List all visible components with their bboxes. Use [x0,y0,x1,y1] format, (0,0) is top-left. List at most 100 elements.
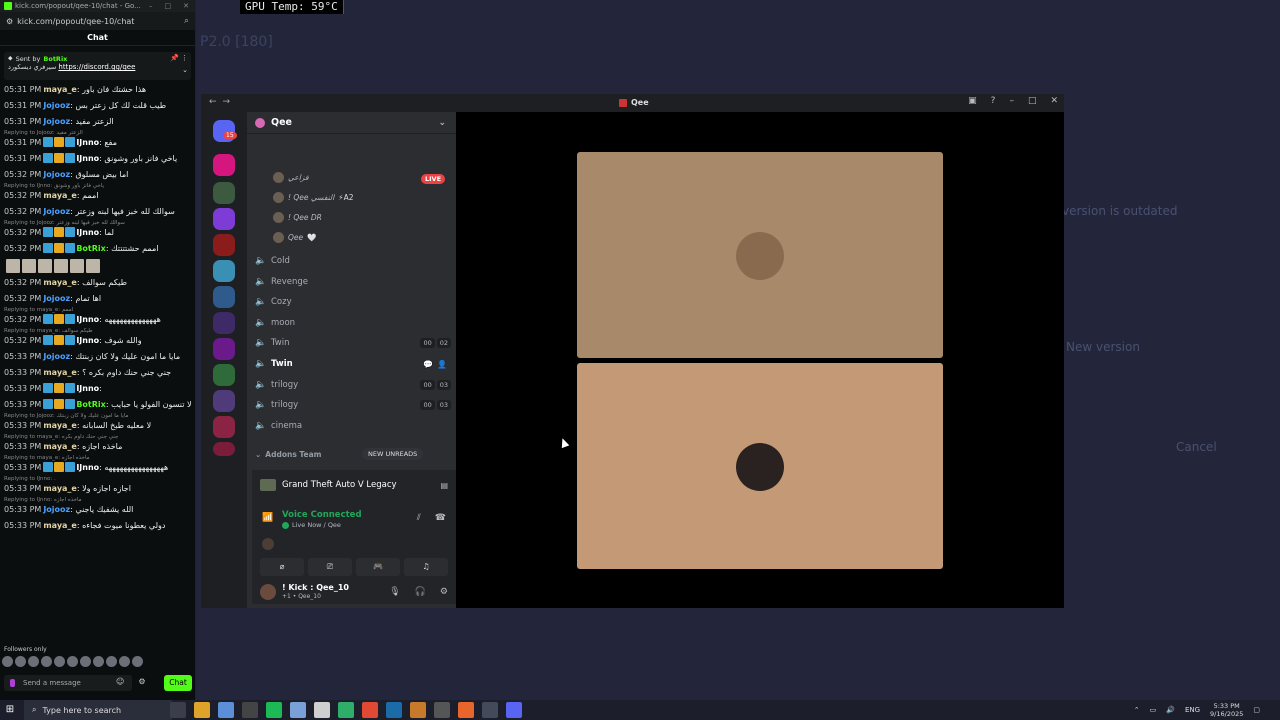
reply-context[interactable]: Replying to maya_e: ماخذه اجازه [4,455,191,462]
network-icon[interactable]: ▭ [1150,706,1157,714]
minimize-icon[interactable]: – [149,2,153,10]
close-icon[interactable]: ✕ [1050,96,1058,106]
chevron-down-icon[interactable]: ⌄ [438,118,446,128]
voice-channel[interactable]: 🔈 Twin 00 02 [255,334,451,352]
server-icon[interactable] [213,286,235,308]
message-username[interactable]: maya_e [43,484,77,493]
chevron-up-icon[interactable]: ⌃ [1134,706,1140,714]
server-header[interactable]: Qee ⌄ [247,112,456,134]
server-icon[interactable] [213,312,235,334]
emote-bar[interactable] [2,656,143,667]
emote-icon[interactable] [28,656,39,667]
disconnect-icon[interactable]: ☎ [435,513,446,523]
reply-context[interactable]: Replying to IJnno: . [4,476,191,483]
voice-channel[interactable]: 🔈 trilogy 00 03 [255,396,451,414]
server-icon[interactable] [213,416,235,438]
chat-message[interactable]: 05:31 PM maya_e: هذا حشتك فان باور [4,84,191,95]
voice-channel[interactable]: 🔈 Twin 💬👤 [255,355,451,373]
search-icon[interactable]: ⌕ [184,16,189,26]
chat-message[interactable]: 05:33 PM maya_e: دولي يعطونا ميوت فجاءه [4,520,191,531]
voice-channel[interactable]: 🔈 moon [255,314,451,332]
message-username[interactable]: IJnno [76,463,99,472]
message-username[interactable]: IJnno [76,336,99,345]
emote-icon[interactable] [2,656,13,667]
chevron-down-icon[interactable]: ⌄ [182,66,188,74]
chat-input[interactable]: Send a message [4,675,132,691]
language-indicator[interactable]: ENG [1185,706,1200,714]
chat-message[interactable]: 05:32 PM IJnno: ههههههههههههههه [4,314,191,325]
message-username[interactable]: IJnno [76,228,99,237]
reply-context[interactable]: Replying to Jojooz: مايا ما امون عليك ول… [4,413,191,420]
reply-context[interactable]: Replying to Jojooz: الزعتر مفيد [4,130,191,137]
chat-message[interactable]: 05:31 PM IJnno: ياخي فانز باور وشونق [4,153,191,164]
app-icon[interactable] [458,702,474,718]
emote-icon[interactable] [119,656,130,667]
chat-message[interactable]: 05:32 PM IJnno: لما [4,227,191,238]
chat-message[interactable]: 05:31 PM Jojooz: الزعتر مفيد [4,116,191,127]
message-username[interactable]: Jojooz [43,101,70,110]
emote-icon[interactable] [80,656,91,667]
chat-message[interactable]: 05:32 PM maya_e: اممم [4,190,191,201]
popout-icon[interactable]: ▤ [440,481,448,490]
message-username[interactable]: maya_e [43,368,77,377]
chat-message[interactable]: 05:33 PM Jojooz: مايا ما امون عليك ولا كا… [4,351,191,362]
maximize-icon[interactable]: □ [1028,96,1037,106]
message-username[interactable]: maya_e [43,521,77,530]
reply-context[interactable]: Replying to maya_e: اممم [4,307,191,314]
maximize-icon[interactable]: □ [165,2,172,10]
reply-context[interactable]: Replying to IJnno: ماخذه اجازه [4,497,191,504]
message-username[interactable]: Jojooz [43,170,70,179]
taskbar-search[interactable]: ⌕ Type here to search [24,700,172,720]
video-tile[interactable] [577,152,943,358]
clock[interactable]: 5:33 PM 9/16/2025 [1210,702,1243,718]
message-username[interactable]: Jojooz [43,352,70,361]
chat-message[interactable]: 05:33 PM maya_e: لا معليه طبخ السابانه [4,420,191,431]
chat-message[interactable]: 05:32 PM IJnno: والله شوف [4,335,191,346]
voice-channel[interactable]: 🔈 Cozy [255,293,451,311]
voice-channel[interactable]: 🔈 Cold [255,252,451,270]
app-icon[interactable] [434,702,450,718]
chat-message[interactable]: 05:32 PM maya_e: طيكم سوالف [4,277,191,288]
chat-message[interactable]: 05:31 PM Jojooz: طيب قلت لك كل زعتر بس [4,100,191,111]
url-bar[interactable]: ⚙ kick.com/popout/qee-10/chat ⌕ [0,12,195,30]
message-username[interactable]: IJnno [76,384,99,393]
server-icon[interactable] [213,364,235,386]
chat-message[interactable]: 05:32 PM Jojooz: اما بيض مسلوق [4,169,191,180]
new-unreads-button[interactable]: NEW UNREADS [362,448,424,460]
pinned-link[interactable]: https://discord.gg/qee [58,63,135,71]
server-icon[interactable] [213,260,235,282]
message-username[interactable]: maya_e [43,442,77,451]
screen-share-button[interactable]: ⎚ [308,558,352,576]
message-username[interactable]: Jojooz [43,505,70,514]
more-icon[interactable]: ⋮ [181,54,188,62]
emote-icon[interactable] [132,656,143,667]
settings-icon[interactable]: ⚙ [138,677,145,686]
avatar[interactable] [260,584,276,600]
chat-message[interactable]: 05:33 PM IJnno: [4,383,191,394]
chat-message[interactable]: 05:33 PM maya_e: ماخذه اجازه [4,441,191,452]
voice-channel[interactable]: 🔈 trilogy 00 03 [255,376,451,394]
voice-channel[interactable]: 🔈 cinema [255,417,451,435]
app-icon[interactable] [290,702,306,718]
pin-icon[interactable]: 📌 [170,54,179,62]
message-username[interactable]: maya_e [43,85,77,94]
screen-icon[interactable]: ▣ [968,96,977,106]
server-icon[interactable] [213,154,235,176]
chat-message[interactable]: 05:33 PM IJnno: ههههههههههههههههه [4,462,191,473]
discord-icon[interactable] [506,702,522,718]
server-icon[interactable] [213,442,235,456]
chat-message[interactable]: 05:33 PM Jojooz: الله يشفيك ياجني [4,504,191,515]
user-name[interactable]: ! Kick : Qee_10 +1 • Qee_10 [282,583,349,601]
spotify-icon[interactable] [266,702,282,718]
voice-channel[interactable]: 🔈 Revenge [255,273,451,291]
close-icon[interactable]: ✕ [183,2,189,10]
message-username[interactable]: Jojooz [43,117,70,126]
emote-picker-icon[interactable]: ☺ [116,677,124,686]
task-view-icon[interactable] [170,702,186,718]
emote-icon[interactable] [15,656,26,667]
message-username[interactable]: IJnno [76,154,99,163]
category-addons-team[interactable]: ⌄ Addons Team [255,450,322,459]
game-activity[interactable]: Grand Theft Auto V Legacy ▤ [252,470,456,500]
message-username[interactable]: BotRix [76,244,105,253]
chat-messages[interactable]: 05:31 PM maya_e: هذا حشتك فان باور 05:31 P… [0,84,195,531]
